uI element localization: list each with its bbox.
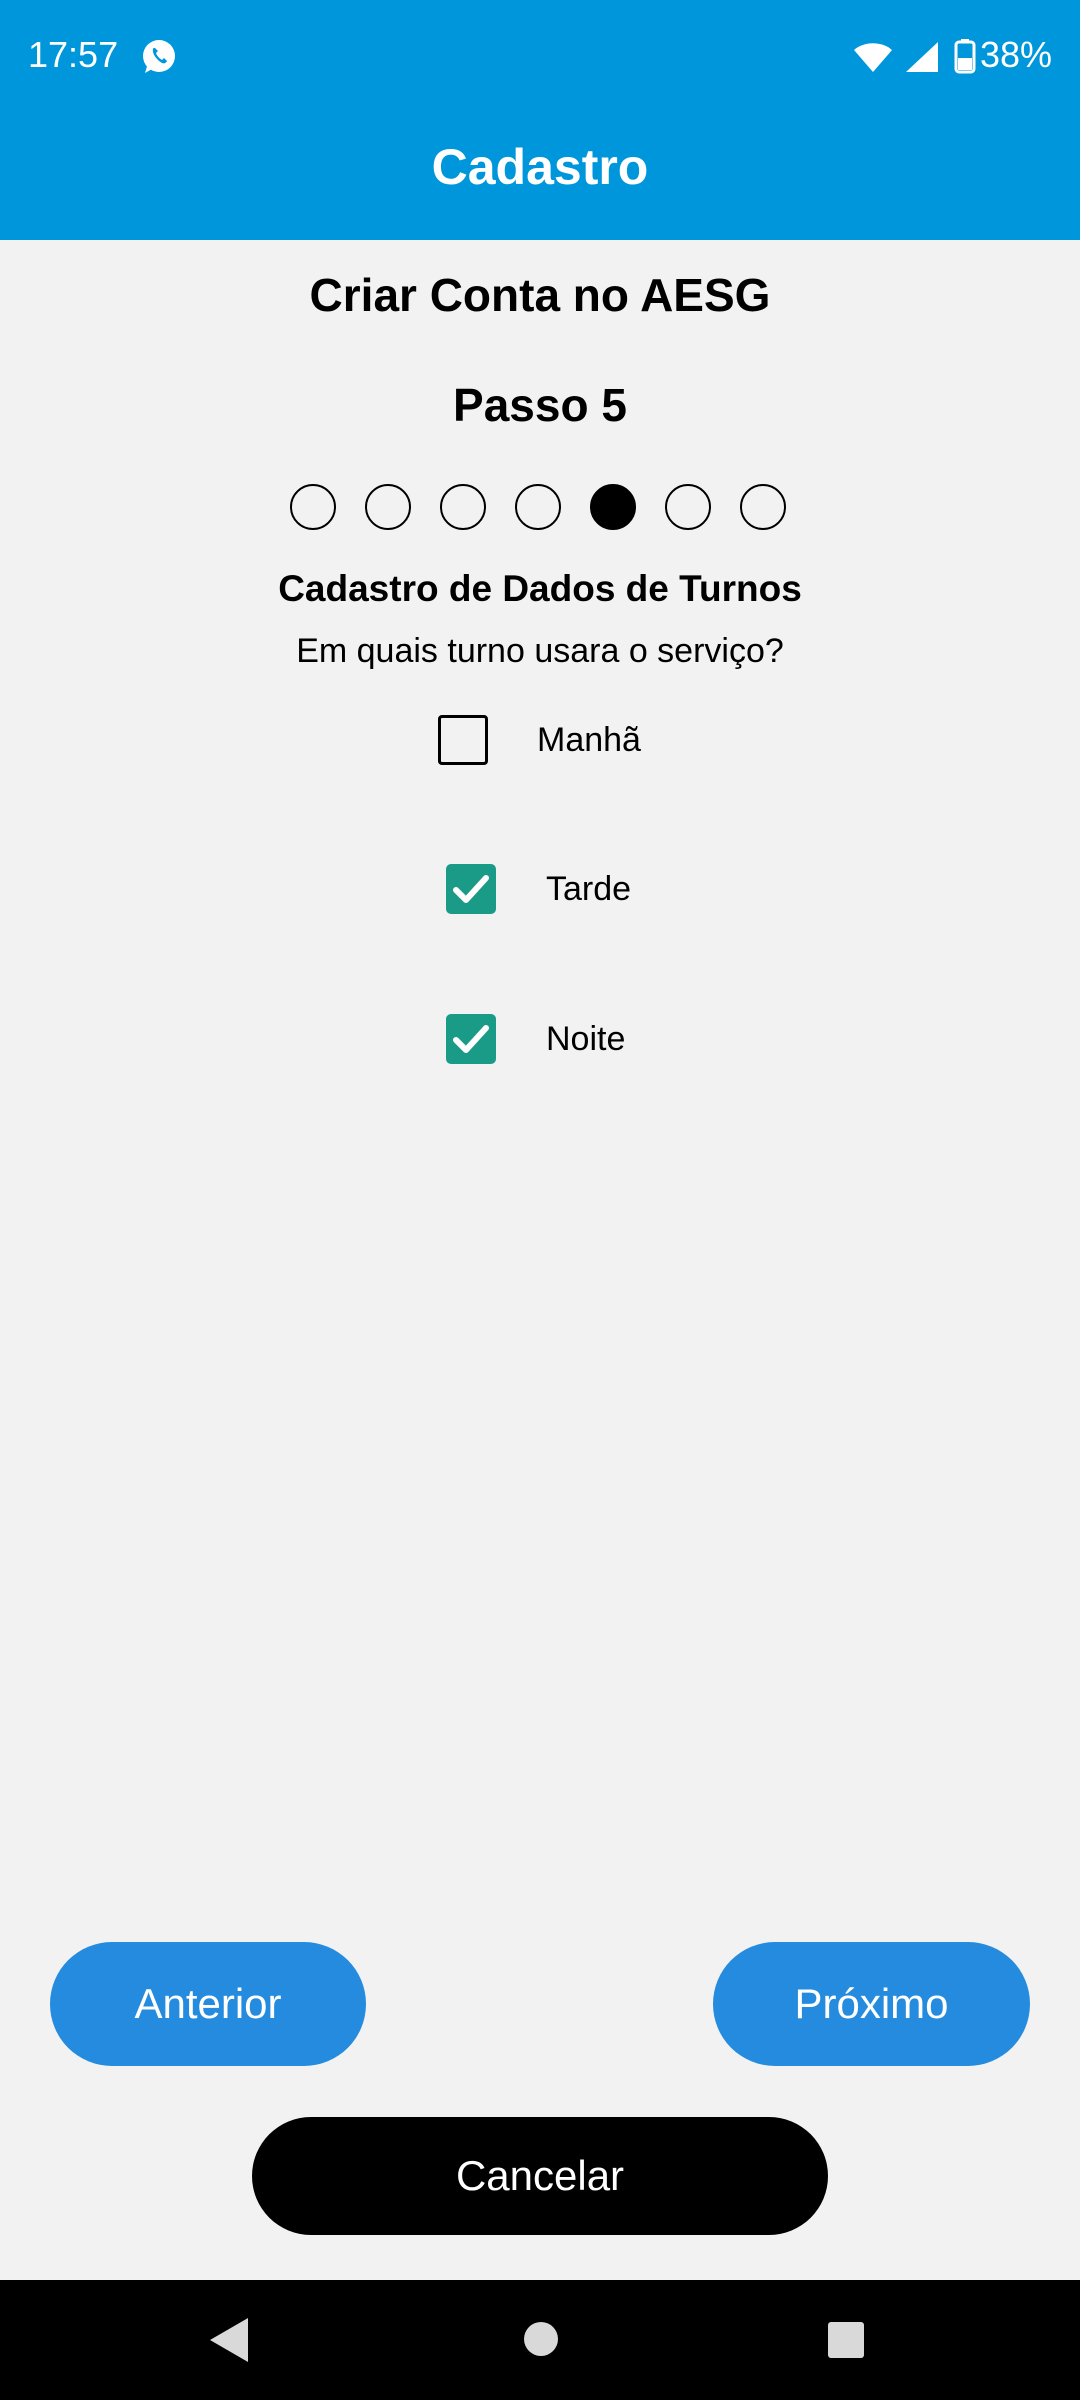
checkbox-manha[interactable] — [438, 715, 488, 765]
back-icon[interactable] — [208, 2316, 250, 2364]
signal-icon — [906, 42, 938, 72]
option-label-noite: Noite — [546, 1020, 626, 1058]
step-dot-2 — [365, 484, 411, 530]
checkmark-icon — [453, 1025, 489, 1053]
whatsapp-icon — [143, 40, 175, 73]
step-dot-3 — [440, 484, 486, 530]
step-dot-1 — [290, 484, 336, 530]
checkbox-tarde[interactable] — [446, 864, 496, 914]
checkmark-icon — [453, 875, 489, 903]
wifi-icon — [854, 43, 892, 72]
top-bar: 17:57 38% Cadastro — [0, 0, 1080, 240]
option-label-tarde: Tarde — [546, 870, 632, 908]
step-dot-7 — [740, 484, 786, 530]
step-dot-5 — [590, 484, 636, 530]
step-indicator — [290, 484, 794, 534]
next-button[interactable]: Próximo — [713, 1942, 1030, 2066]
recents-icon[interactable] — [826, 2320, 866, 2360]
form-title: Criar Conta no AESG — [309, 269, 771, 321]
section-title: Cadastro de Dados de Turnos — [278, 568, 802, 609]
status-bar: 17:57 38% — [0, 0, 1080, 116]
home-icon[interactable] — [522, 2320, 560, 2358]
cancel-button[interactable]: Cancelar — [252, 2117, 828, 2235]
step-dot-6 — [665, 484, 711, 530]
question-text: Em quais turno usara o serviço? — [296, 632, 784, 670]
status-time: 17:57 — [28, 34, 119, 75]
app-bar-title: Cadastro — [431, 139, 649, 195]
checkbox-noite[interactable] — [446, 1014, 496, 1064]
navigation-bar — [0, 2280, 1080, 2400]
previous-button[interactable]: Anterior — [50, 1942, 366, 2066]
screen: 17:57 38% Cadastro Criar Conta no AESG P… — [0, 0, 1080, 2400]
battery-percentage: 38% — [980, 34, 1053, 75]
step-label: Passo 5 — [453, 379, 627, 431]
step-dot-4 — [515, 484, 561, 530]
option-label-manha: Manhã — [537, 721, 641, 759]
battery-icon — [954, 39, 976, 74]
